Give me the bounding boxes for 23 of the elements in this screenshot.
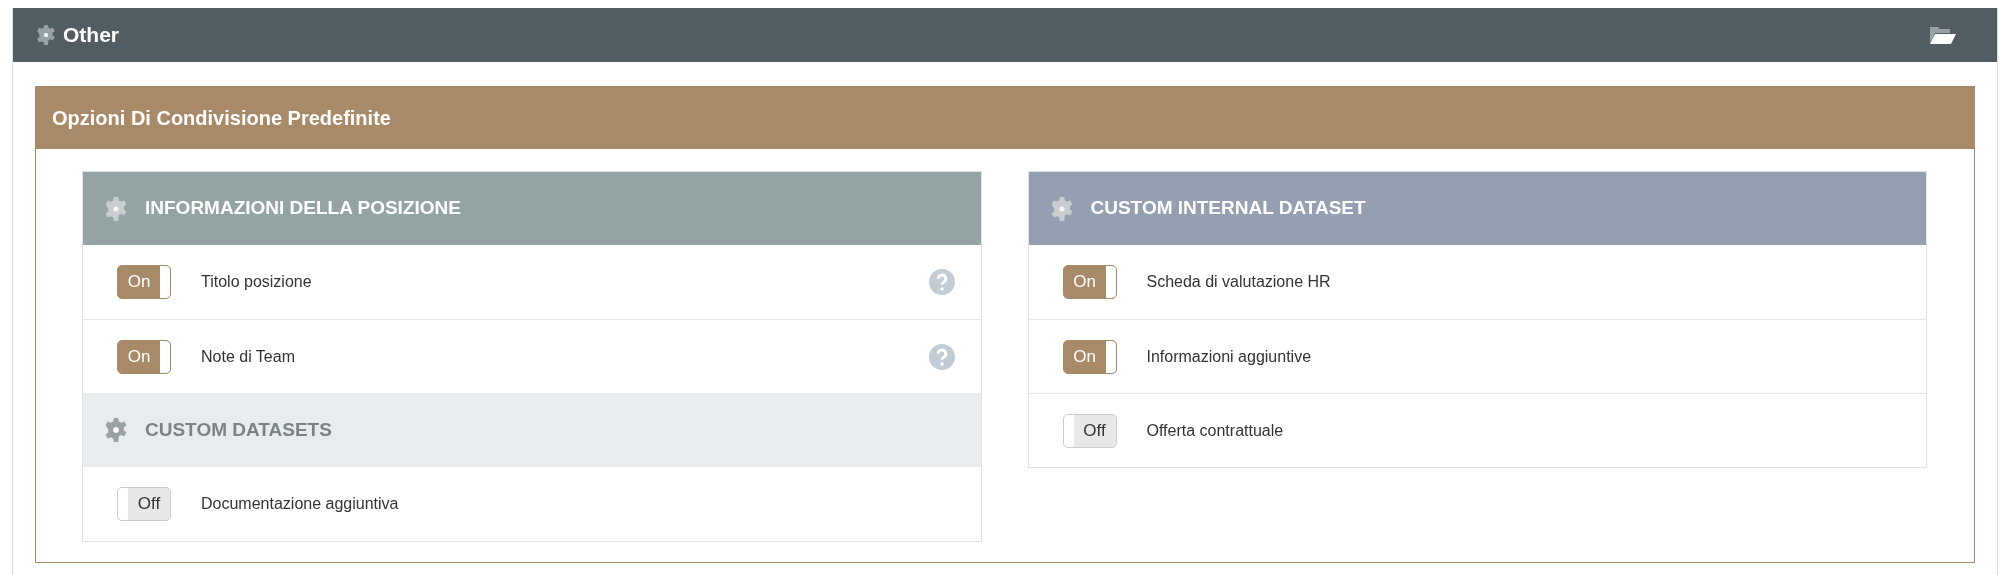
- help-icon[interactable]: [928, 269, 955, 295]
- section-title: Opzioni Di Condivisione Predefinite: [52, 106, 391, 131]
- option-label: Offerta contrattuale: [1146, 420, 1285, 441]
- toggle-switch[interactable]: On: [117, 265, 171, 299]
- toggle-switch[interactable]: Off: [1062, 413, 1117, 448]
- toggle-switch[interactable]: Off: [117, 487, 171, 521]
- option-label: Titolo posizione: [201, 272, 313, 292]
- option-label: Informazioni aggiuntive: [1146, 346, 1313, 367]
- group-title: CUSTOM INTERNAL DATASET: [1090, 196, 1366, 221]
- option-label: Documentazione aggiuntiva: [201, 494, 400, 514]
- toggle-switch[interactable]: On: [117, 339, 171, 374]
- help-icon[interactable]: [928, 343, 955, 370]
- toggle-switch[interactable]: On: [1062, 339, 1117, 374]
- option-label: Scheda di valutazione HR: [1146, 272, 1332, 292]
- folder-icon[interactable]: [1929, 25, 1957, 45]
- gear-icon: [103, 195, 129, 222]
- gear-icon: [103, 417, 129, 443]
- panel-title: Other: [63, 22, 119, 49]
- toggle-switch[interactable]: On: [1062, 265, 1117, 299]
- option-label: Note di Team: [201, 346, 296, 367]
- gear-icon: [35, 24, 57, 46]
- group-title: CUSTOM DATASETS: [145, 417, 332, 442]
- group-title: INFORMAZIONI DELLA POSIZIONE: [145, 196, 461, 221]
